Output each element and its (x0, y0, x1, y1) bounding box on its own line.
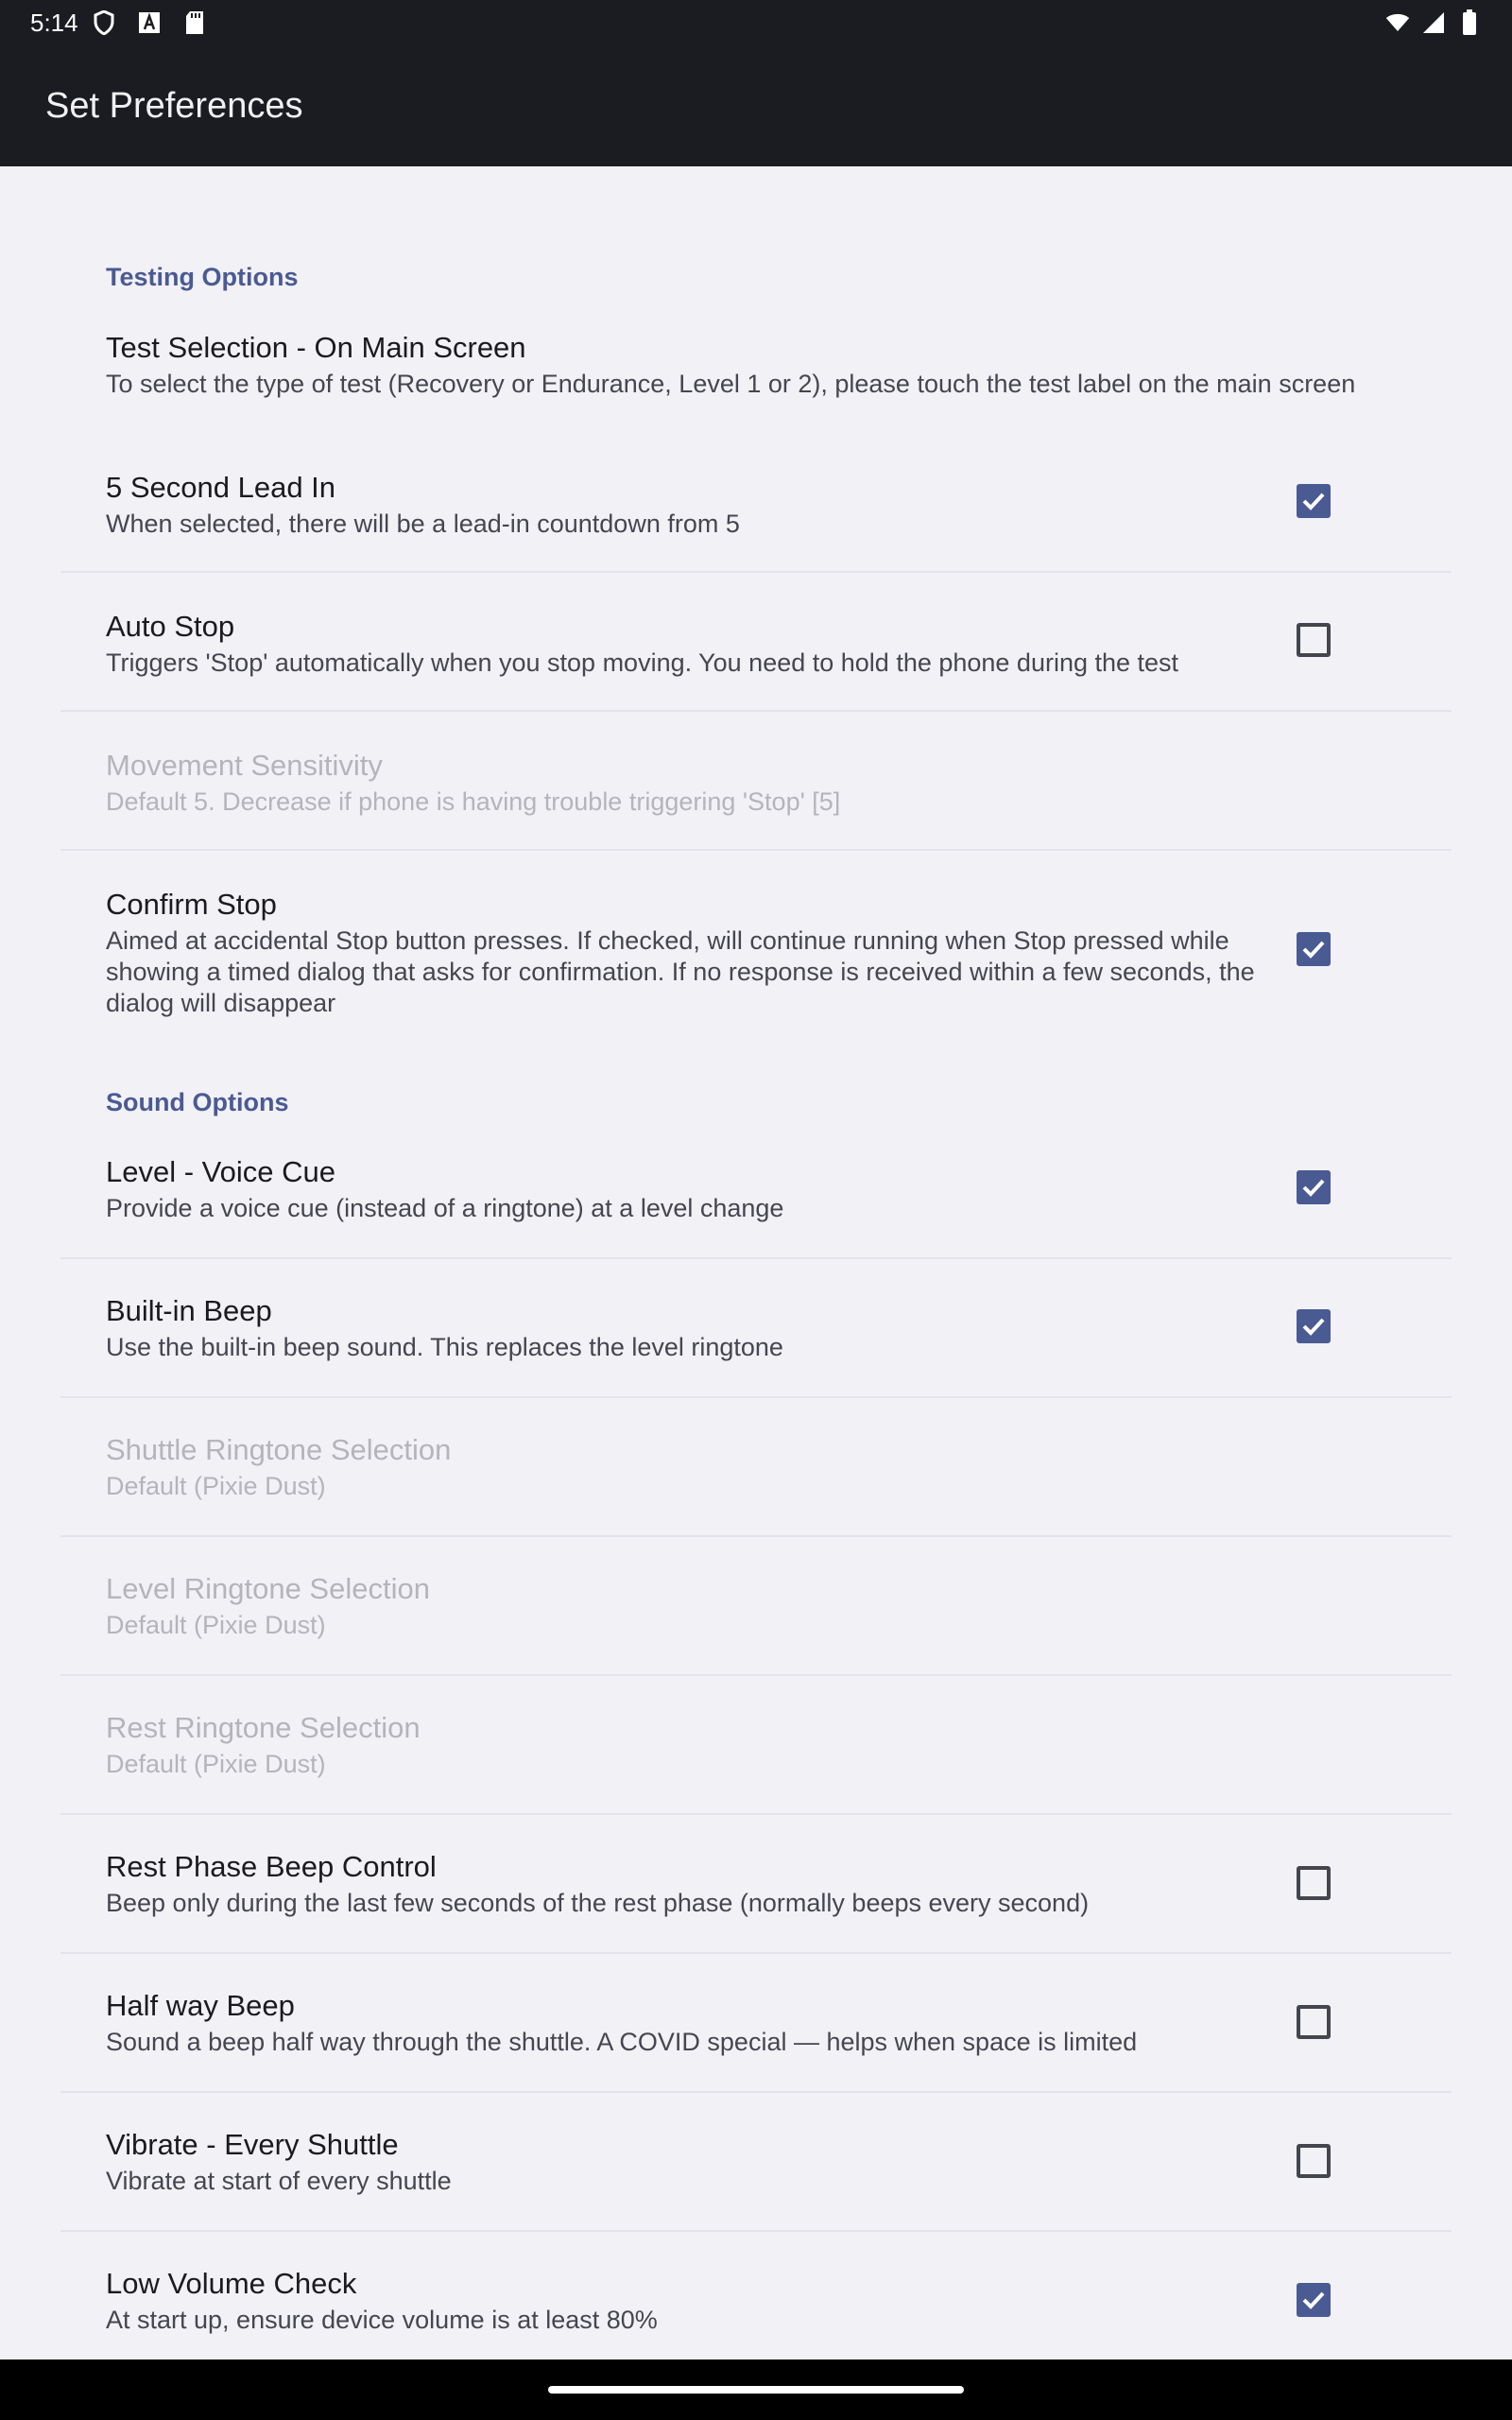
vibrate-checkbox[interactable] (1297, 2144, 1331, 2178)
shield-icon (92, 10, 116, 35)
check-icon (1302, 1179, 1325, 1197)
pref-title: Rest Phase Beep Control (106, 1850, 437, 1883)
divider (60, 1535, 1452, 1537)
pref-summary: Beep only during the last few seconds of… (106, 1889, 1090, 1917)
pref-shuttle-ringtone: Shuttle Ringtone Selection Default (Pixi… (60, 1422, 1452, 1535)
rest-phase-beep-checkbox[interactable] (1297, 1866, 1331, 1900)
pref-summary: Sound a beep half way through the shuttl… (106, 2028, 1138, 2056)
pref-title: Shuttle Ringtone Selection (106, 1433, 452, 1466)
divider (60, 849, 1452, 851)
preferences-list[interactable]: Testing Options Test Selection - On Main… (0, 166, 1512, 2360)
confirm-stop-checkbox[interactable] (1297, 932, 1331, 966)
pref-title: Auto Stop (106, 610, 235, 643)
low-volume-checkbox[interactable] (1297, 2283, 1331, 2317)
divider (60, 2230, 1452, 2232)
divider (60, 1257, 1452, 1259)
divider (60, 571, 1452, 573)
signal-icon (1421, 10, 1446, 35)
pref-vibrate[interactable]: Vibrate - Every Shuttle Vibrate at start… (60, 2117, 1452, 2230)
pref-summary: Default 5. Decrease if phone is having t… (106, 787, 841, 816)
pref-rest-phase-beep[interactable]: Rest Phase Beep Control Beep only during… (60, 1839, 1452, 1952)
pref-lead-in[interactable]: 5 Second Lead In When selected, there wi… (60, 459, 1452, 573)
pref-title: Low Volume Check (106, 2267, 357, 2300)
pref-title: Level - Voice Cue (106, 1155, 335, 1188)
battery-icon (1457, 9, 1482, 35)
pref-summary: Default (Pixie Dust) (106, 1611, 326, 1639)
pref-movement-sensitivity: Movement Sensitivity Default 5. Decrease… (60, 737, 1452, 851)
divider (60, 1396, 1452, 1398)
pref-low-volume-check[interactable]: Low Volume Check At start up, ensure dev… (60, 2256, 1452, 2360)
pref-builtin-beep[interactable]: Built-in Beep Use the built-in beep soun… (60, 1283, 1452, 1396)
section-header-testing: Testing Options (106, 263, 299, 291)
pref-summary: To select the type of test (Recovery or … (106, 370, 1356, 398)
font-a-icon (137, 10, 162, 35)
pref-half-way-beep[interactable]: Half way Beep Sound a beep half way thro… (60, 1978, 1452, 2091)
half-way-beep-checkbox[interactable] (1297, 2005, 1331, 2039)
section-header-sound: Sound Options (106, 1088, 289, 1116)
lead-in-checkbox[interactable] (1297, 484, 1331, 518)
pref-summary: Default (Pixie Dust) (106, 1472, 326, 1500)
check-icon (1302, 1318, 1325, 1336)
divider (60, 2091, 1452, 2093)
app-bar: Set Preferences (0, 45, 1512, 166)
divider (60, 710, 1452, 712)
pref-title: Confirm Stop (106, 888, 277, 921)
navigation-bar (0, 2360, 1512, 2420)
pref-auto-stop[interactable]: Auto Stop Triggers 'Stop' automatically … (60, 598, 1452, 712)
divider (60, 1674, 1452, 1676)
sd-card-icon (182, 10, 207, 35)
pref-rest-ringtone: Rest Ringtone Selection Default (Pixie D… (60, 1700, 1452, 1813)
home-gesture-handle[interactable] (548, 2386, 964, 2394)
page-title: Set Preferences (45, 85, 303, 126)
pref-title: Level Ringtone Selection (106, 1572, 430, 1605)
pref-summary: Vibrate at start of every shuttle (106, 2167, 452, 2195)
pref-summary: Use the built-in beep sound. This replac… (106, 1333, 783, 1361)
builtin-beep-checkbox[interactable] (1297, 1309, 1331, 1343)
pref-title: Test Selection - On Main Screen (106, 331, 526, 364)
pref-voice-cue[interactable]: Level - Voice Cue Provide a voice cue (i… (60, 1144, 1452, 1257)
status-bar: 5:14 (0, 0, 1512, 45)
divider (60, 1952, 1452, 1954)
check-icon (1302, 941, 1325, 959)
pref-test-selection[interactable]: Test Selection - On Main Screen To selec… (60, 320, 1452, 433)
pref-summary: When selected, there will be a lead-in c… (106, 510, 740, 538)
pref-title: Built-in Beep (106, 1294, 272, 1327)
pref-level-ringtone: Level Ringtone Selection Default (Pixie … (60, 1561, 1452, 1674)
pref-title: Vibrate - Every Shuttle (106, 2128, 399, 2161)
check-icon (1302, 493, 1325, 510)
pref-title: 5 Second Lead In (106, 471, 336, 504)
pref-title: Half way Beep (106, 1989, 295, 2022)
auto-stop-checkbox[interactable] (1297, 623, 1331, 657)
pref-summary: Default (Pixie Dust) (106, 1750, 326, 1778)
divider (60, 1813, 1452, 1815)
status-time: 5:14 (30, 8, 78, 37)
pref-summary: At start up, ensure device volume is at … (106, 2306, 658, 2334)
status-right-icons (1374, 9, 1482, 35)
pref-summary: Provide a voice cue (instead of a ringto… (106, 1194, 784, 1222)
voice-cue-checkbox[interactable] (1297, 1170, 1331, 1204)
pref-confirm-stop[interactable]: Confirm Stop Aimed at accidental Stop bu… (60, 876, 1452, 1017)
pref-summary: Aimed at accidental Stop button presses.… (106, 926, 1255, 1017)
wifi-icon (1385, 10, 1410, 35)
pref-summary: Triggers 'Stop' automatically when you s… (106, 648, 1179, 677)
pref-title: Rest Ringtone Selection (106, 1711, 421, 1744)
check-icon (1302, 2291, 1325, 2309)
pref-title: Movement Sensitivity (106, 749, 383, 782)
